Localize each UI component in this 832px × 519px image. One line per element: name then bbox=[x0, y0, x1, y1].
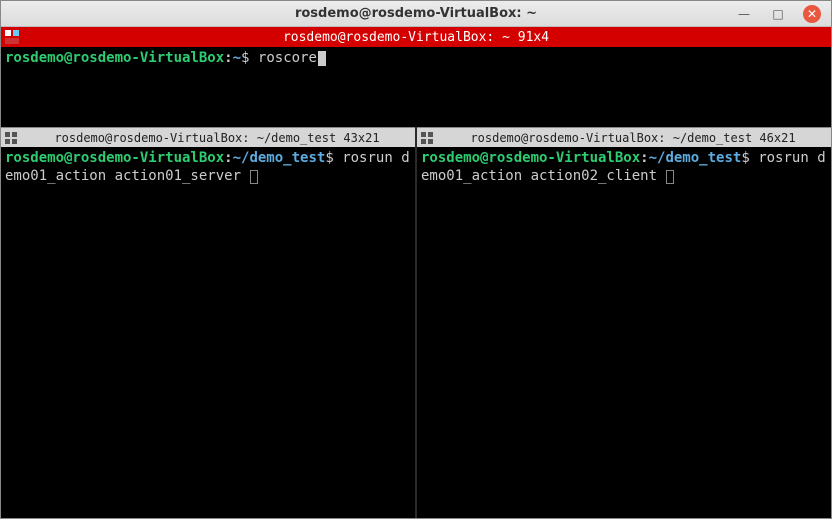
prompt-sep: : bbox=[224, 150, 232, 166]
os-titlebar[interactable]: rosdemo@rosdemo-VirtualBox: ~ — □ ✕ bbox=[1, 1, 831, 27]
cursor-icon bbox=[250, 170, 258, 184]
minimize-button[interactable]: — bbox=[735, 5, 753, 23]
active-pane-title[interactable]: rosdemo@rosdemo-VirtualBox: ~ 91x4 bbox=[1, 27, 831, 47]
prompt-sep: : bbox=[224, 50, 232, 66]
prompt-user: rosdemo@rosdemo-VirtualBox bbox=[421, 150, 640, 166]
prompt-path: ~/demo_test bbox=[233, 150, 326, 166]
terminal-right[interactable]: rosdemo@rosdemo-VirtualBox: ~/demo_test … bbox=[415, 127, 831, 518]
left-pane-title-text: rosdemo@rosdemo-VirtualBox: ~/demo_test … bbox=[23, 131, 411, 145]
window-controls: — □ ✕ bbox=[731, 5, 825, 23]
cursor-icon bbox=[318, 51, 326, 66]
prompt-dollar: $ bbox=[325, 150, 333, 166]
split-grid-icon[interactable] bbox=[421, 132, 433, 144]
cursor-icon bbox=[666, 170, 674, 184]
terminal-left-body[interactable]: rosdemo@rosdemo-VirtualBox:~/demo_test$ … bbox=[1, 147, 415, 518]
prompt-dollar: $ bbox=[241, 50, 249, 66]
maximize-button[interactable]: □ bbox=[769, 5, 787, 23]
prompt-user: rosdemo@rosdemo-VirtualBox bbox=[5, 50, 224, 66]
prompt-user: rosdemo@rosdemo-VirtualBox bbox=[5, 150, 224, 166]
app-window: rosdemo@rosdemo-VirtualBox: ~ — □ ✕ rosd… bbox=[0, 0, 832, 519]
bottom-split: rosdemo@rosdemo-VirtualBox: ~/demo_test … bbox=[1, 127, 831, 518]
prompt-path: ~/demo_test bbox=[649, 150, 742, 166]
prompt-sep: : bbox=[640, 150, 648, 166]
window-title: rosdemo@rosdemo-VirtualBox: ~ bbox=[1, 6, 831, 21]
terminal-left[interactable]: rosdemo@rosdemo-VirtualBox: ~/demo_test … bbox=[1, 127, 415, 518]
right-pane-title-text: rosdemo@rosdemo-VirtualBox: ~/demo_test … bbox=[439, 131, 827, 145]
layout-icon[interactable] bbox=[5, 30, 19, 44]
prompt-path: ~ bbox=[233, 50, 241, 66]
close-button[interactable]: ✕ bbox=[803, 5, 821, 23]
left-pane-title[interactable]: rosdemo@rosdemo-VirtualBox: ~/demo_test … bbox=[1, 127, 415, 147]
active-pane-title-text: rosdemo@rosdemo-VirtualBox: ~ 91x4 bbox=[283, 30, 549, 45]
split-grid-icon[interactable] bbox=[5, 132, 17, 144]
command-text: roscore bbox=[258, 50, 317, 66]
terminal-top[interactable]: rosdemo@rosdemo-VirtualBox:~$ roscore bbox=[1, 47, 831, 127]
prompt-dollar: $ bbox=[741, 150, 749, 166]
right-pane-title[interactable]: rosdemo@rosdemo-VirtualBox: ~/demo_test … bbox=[417, 127, 831, 147]
terminal-right-body[interactable]: rosdemo@rosdemo-VirtualBox:~/demo_test$ … bbox=[417, 147, 831, 518]
